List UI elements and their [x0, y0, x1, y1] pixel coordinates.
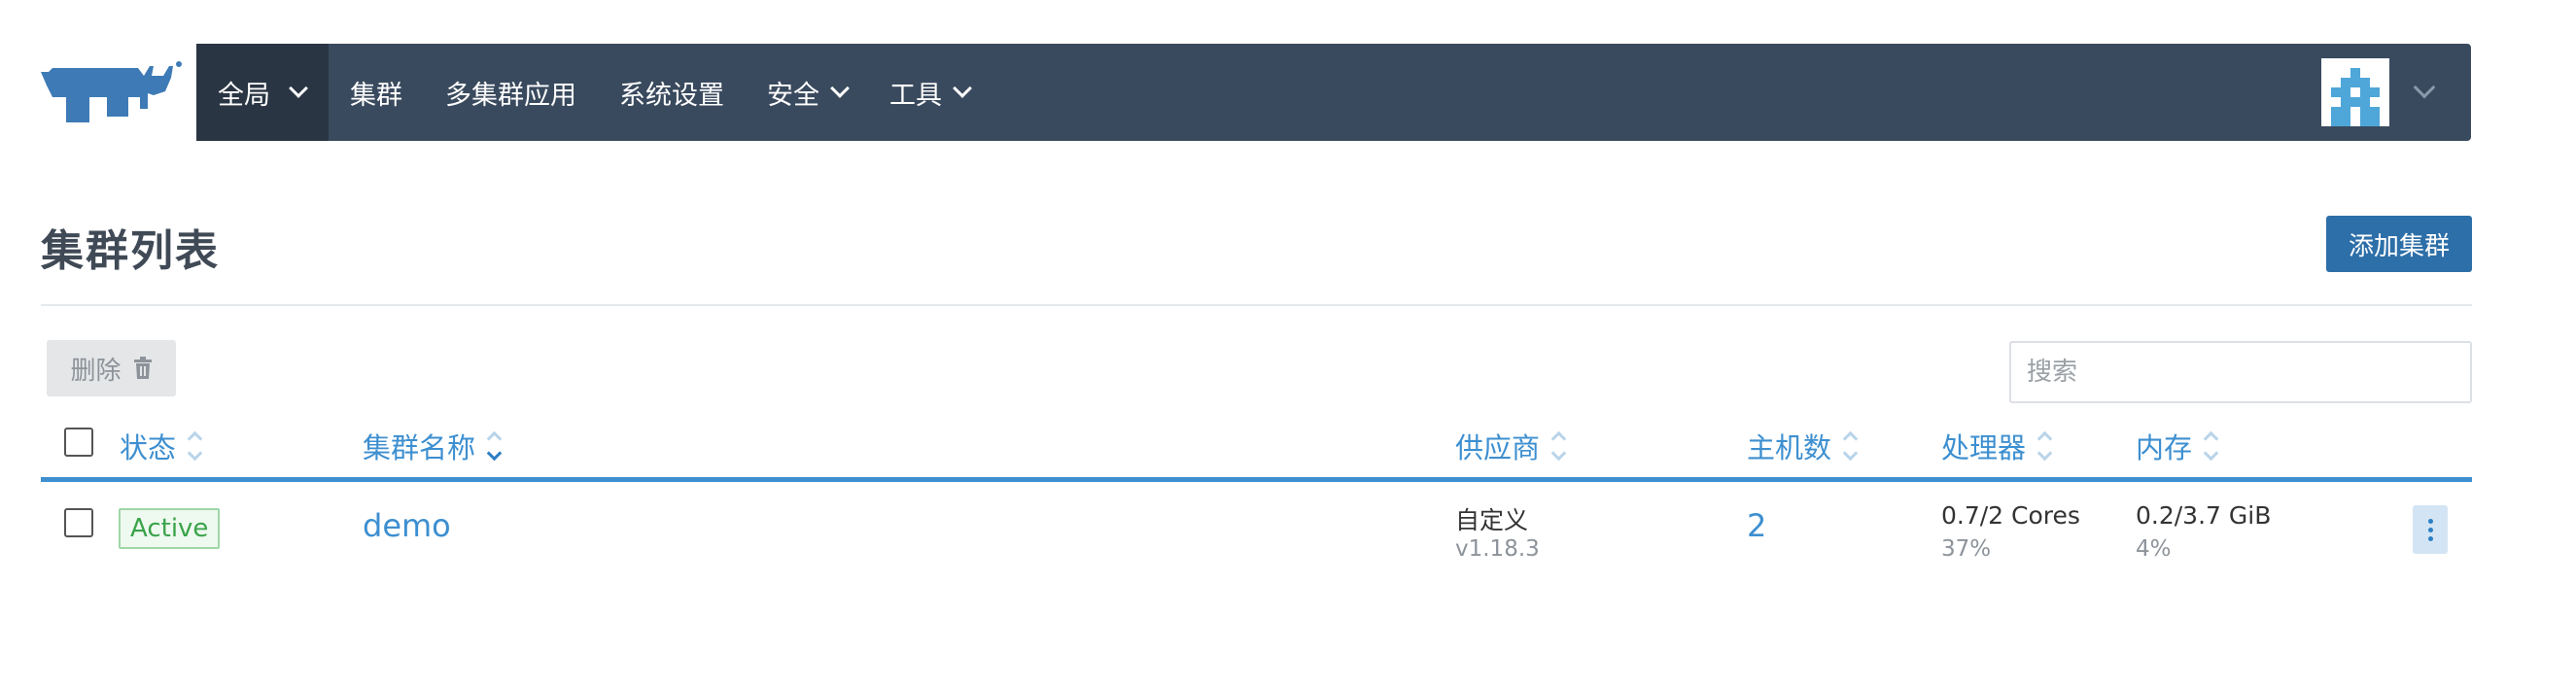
memory-percent: 4%: [2136, 536, 2172, 562]
nav-tools-label: 工具: [889, 80, 942, 111]
nav-clusters[interactable]: 集群: [329, 44, 424, 141]
user-avatar-icon: [2321, 58, 2389, 126]
cpu-value: 0.7/2 Cores: [1941, 501, 2080, 530]
provider-value: 自定义: [1455, 506, 1529, 534]
nav-multi-cluster-apps[interactable]: 多集群应用: [424, 44, 598, 141]
cow-icon: [41, 61, 182, 122]
status-badge: Active: [119, 508, 221, 549]
column-header-cpu[interactable]: 处理器: [1941, 426, 2053, 466]
sort-icon: [187, 430, 203, 462]
sort-icon: [2203, 430, 2219, 462]
chevron-down-icon: [953, 79, 972, 98]
trash-icon: [133, 357, 152, 379]
column-header-provider-label: 供应商: [1455, 431, 1541, 464]
table-header-underline: [41, 477, 2472, 482]
column-header-nodes[interactable]: 主机数: [1747, 426, 1859, 466]
search-input[interactable]: [2009, 341, 2472, 403]
sort-icon: [1842, 430, 1859, 462]
nav-settings[interactable]: 系统设置: [598, 44, 746, 141]
header-divider: [41, 304, 2472, 306]
nav-tools[interactable]: 工具: [868, 44, 991, 141]
nav-security-label: 安全: [767, 80, 819, 111]
chevron-down-icon: [830, 79, 850, 98]
rancher-logo[interactable]: [39, 58, 185, 126]
column-header-state-label: 状态: [120, 431, 177, 464]
column-header-name-label: 集群名称: [363, 431, 476, 464]
add-cluster-button[interactable]: 添加集群: [2326, 216, 2472, 272]
nav-global-label: 全局: [218, 80, 270, 111]
user-menu[interactable]: [2321, 58, 2436, 126]
nav-security[interactable]: 安全: [746, 44, 868, 141]
top-nav: 全局 集群 多集群应用 系统设置 安全 工具: [196, 44, 2471, 141]
column-header-memory-label: 内存: [2136, 431, 2193, 464]
cluster-name-link[interactable]: demo: [363, 507, 451, 544]
nav-settings-label: 系统设置: [619, 80, 724, 111]
chevron-down-icon: [289, 79, 308, 98]
nav-multi-cluster-apps-label: 多集群应用: [445, 80, 576, 111]
page-title: 集群列表: [41, 226, 220, 276]
row-actions-button[interactable]: [2413, 505, 2448, 554]
sort-icon: [2036, 430, 2053, 462]
column-header-cpu-label: 处理器: [1941, 431, 2027, 464]
delete-button-label: 删除: [70, 356, 122, 386]
column-header-name[interactable]: 集群名称: [363, 426, 503, 466]
node-count-link[interactable]: 2: [1747, 507, 1766, 544]
delete-button[interactable]: 删除: [47, 340, 176, 396]
select-all-checkbox[interactable]: [64, 428, 93, 457]
nav-clusters-label: 集群: [350, 80, 402, 111]
column-header-nodes-label: 主机数: [1747, 431, 1832, 464]
chevron-down-icon: [2413, 76, 2436, 99]
column-header-state[interactable]: 状态: [120, 426, 203, 466]
nav-global[interactable]: 全局: [196, 44, 329, 141]
column-header-memory[interactable]: 内存: [2136, 426, 2219, 466]
row-checkbox[interactable]: [64, 508, 93, 537]
kubernetes-version: v1.18.3: [1455, 536, 1540, 562]
sort-icon: [1550, 430, 1567, 462]
cpu-percent: 37%: [1941, 536, 1992, 562]
memory-value: 0.2/3.7 GiB: [2136, 501, 2272, 530]
sort-icon: [486, 430, 503, 462]
column-header-provider[interactable]: 供应商: [1455, 426, 1567, 466]
